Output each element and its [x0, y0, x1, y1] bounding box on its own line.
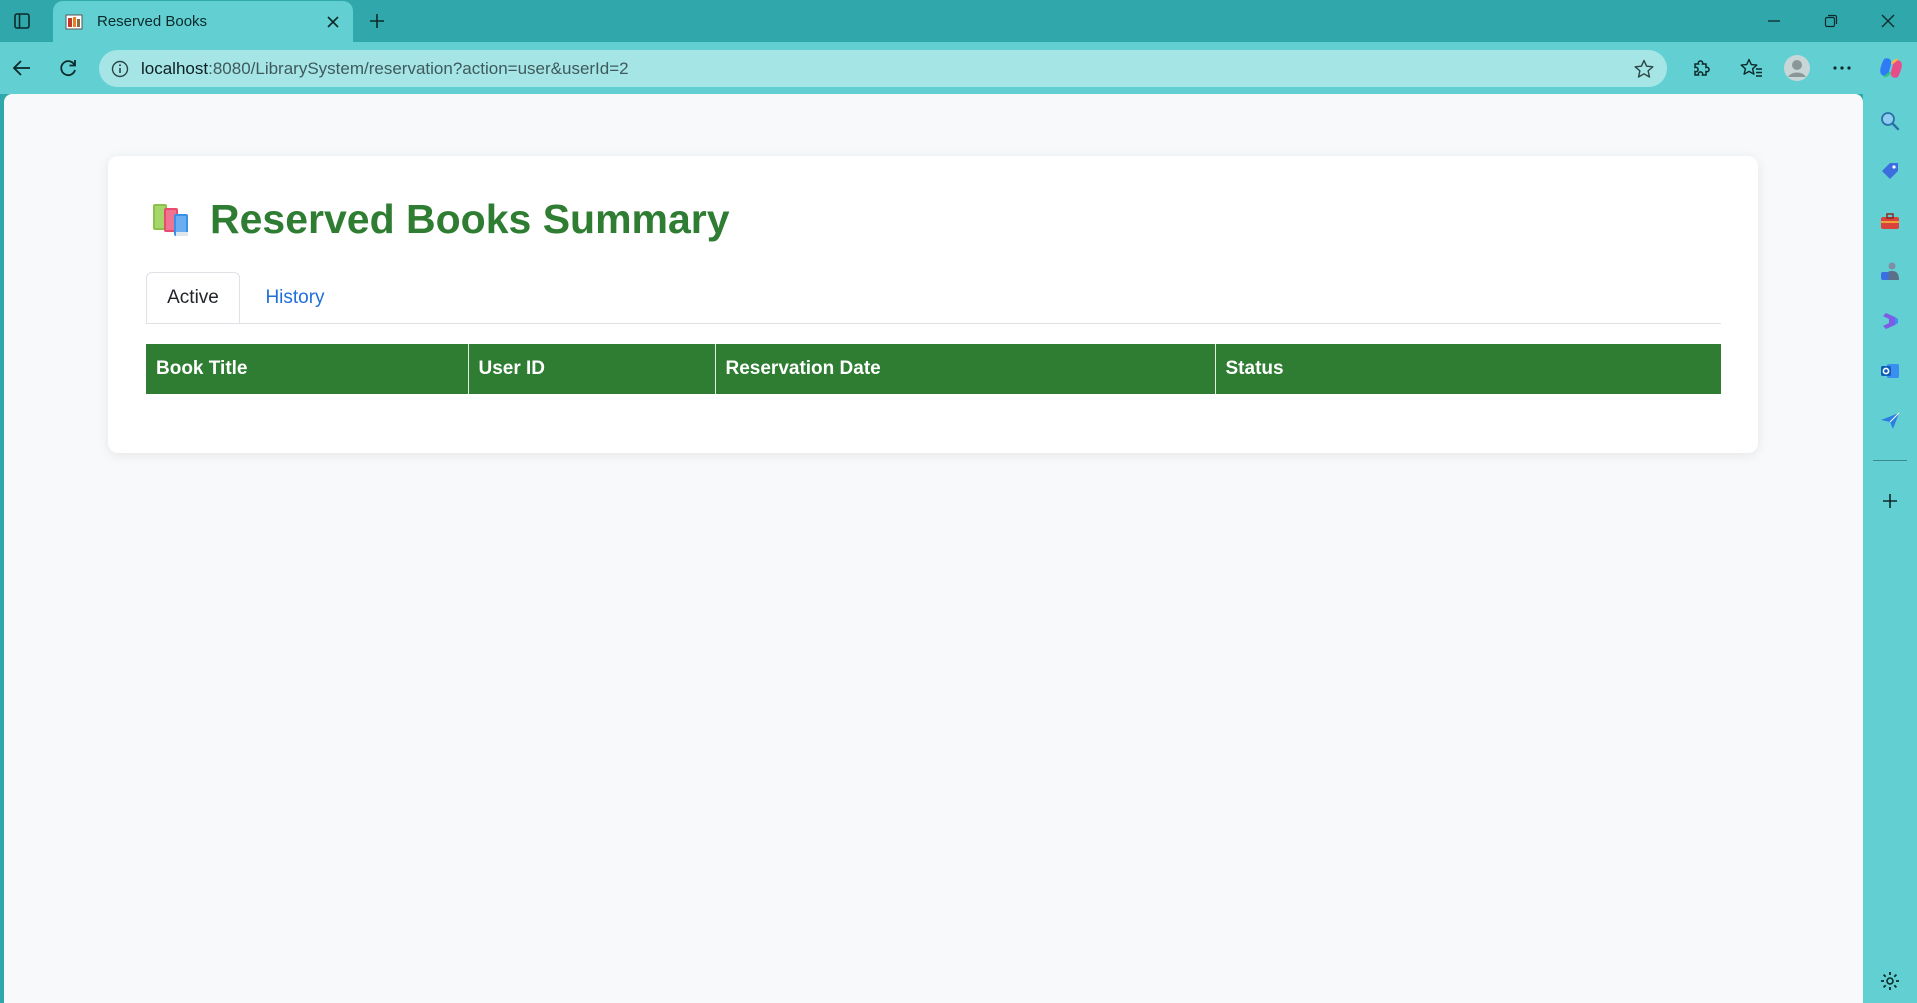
toolbox-icon	[1881, 213, 1899, 229]
page-viewport: Reserved Books Summary Active History Bo…	[4, 94, 1863, 1003]
tab-close-button[interactable]	[319, 8, 347, 36]
reload-button[interactable]	[49, 50, 87, 86]
sidebar-search-button[interactable]	[1875, 106, 1905, 136]
sidebar-games-button[interactable]	[1875, 256, 1905, 286]
paper-plane-icon	[1881, 412, 1900, 429]
sidebar-settings-button[interactable]	[1875, 966, 1905, 996]
new-tab-button[interactable]	[360, 4, 394, 38]
minimize-icon	[1768, 20, 1780, 22]
sidebar-send-button[interactable]	[1875, 406, 1905, 436]
favorites-star-icon	[1740, 58, 1762, 77]
restore-button[interactable]	[1802, 0, 1860, 42]
page-heading: Reserved Books Summary	[150, 194, 730, 244]
address-bar[interactable]: localhost:8080/LibrarySystem/reservation…	[99, 50, 1667, 87]
books-icon	[153, 204, 188, 236]
avatar-icon	[1784, 55, 1810, 81]
tabs-divider	[146, 323, 1721, 324]
sidebar-shopping-button[interactable]	[1875, 156, 1905, 186]
browser-toolbar: localhost:8080/LibrarySystem/reservation…	[0, 42, 1917, 94]
tab-title: Reserved Books	[97, 13, 208, 30]
page-title: Reserved Books Summary	[210, 195, 730, 242]
minimize-button[interactable]	[1745, 0, 1803, 42]
favorite-button[interactable]	[1631, 56, 1657, 82]
back-arrow-icon	[12, 60, 30, 76]
favorites-button[interactable]	[1733, 50, 1771, 86]
plus-icon	[1883, 494, 1897, 508]
extensions-button[interactable]	[1682, 50, 1720, 86]
url-text[interactable]: localhost:8080/LibrarySystem/reservation…	[141, 59, 629, 79]
column-header-user-id: User ID	[468, 344, 716, 394]
sidebar-outlook-button[interactable]	[1875, 356, 1905, 386]
tab-actions-button[interactable]	[0, 0, 44, 42]
browser-title-bar: Reserved Books	[0, 0, 1917, 42]
reservations-table: Book Title User ID Reservation Date Stat…	[146, 344, 1721, 394]
puzzle-icon	[1694, 60, 1710, 76]
copilot-icon	[1880, 58, 1902, 78]
tab-active[interactable]: Active	[146, 272, 240, 324]
copilot-button[interactable]	[1872, 50, 1910, 86]
column-header-book-title: Book Title	[146, 344, 469, 394]
tab-history[interactable]: History	[240, 272, 350, 324]
reload-icon	[60, 60, 76, 77]
more-dots-icon	[1833, 66, 1851, 70]
gear-icon	[1881, 972, 1899, 990]
star-icon	[1634, 59, 1654, 78]
browser-tab[interactable]: Reserved Books	[53, 1, 353, 42]
site-info-icon[interactable]	[109, 58, 131, 80]
profile-button[interactable]	[1778, 50, 1816, 86]
reserved-books-favicon	[63, 11, 85, 33]
url-path: :8080/LibrarySystem/reservation?action=u…	[208, 59, 629, 78]
back-button[interactable]	[3, 50, 41, 86]
sidebar-tools-button[interactable]	[1875, 206, 1905, 236]
settings-more-button[interactable]	[1823, 50, 1861, 86]
close-icon	[327, 15, 339, 28]
url-host: localhost	[141, 59, 209, 78]
sidebar-divider	[1873, 460, 1907, 461]
reservations-card: Reserved Books Summary Active History Bo…	[108, 156, 1758, 453]
sidebar-add-button[interactable]	[1875, 486, 1905, 516]
close-window-icon	[1881, 14, 1895, 28]
close-window-button[interactable]	[1859, 0, 1917, 42]
outlook-icon	[1881, 364, 1899, 378]
games-icon	[1881, 262, 1899, 280]
restore-icon	[1824, 14, 1838, 28]
table-header-row: Book Title User ID Reservation Date Stat…	[146, 344, 1721, 394]
tab-actions-icon	[14, 13, 30, 29]
plus-icon	[370, 14, 384, 28]
shopping-tag-icon	[1882, 163, 1898, 179]
search-icon	[1881, 112, 1900, 131]
column-header-status: Status	[1215, 344, 1721, 394]
browser-sidebar	[1863, 94, 1917, 1003]
sidebar-microsoft365-button[interactable]	[1875, 306, 1905, 336]
column-header-reservation-date: Reservation Date	[715, 344, 1216, 394]
microsoft365-icon	[1883, 313, 1898, 329]
